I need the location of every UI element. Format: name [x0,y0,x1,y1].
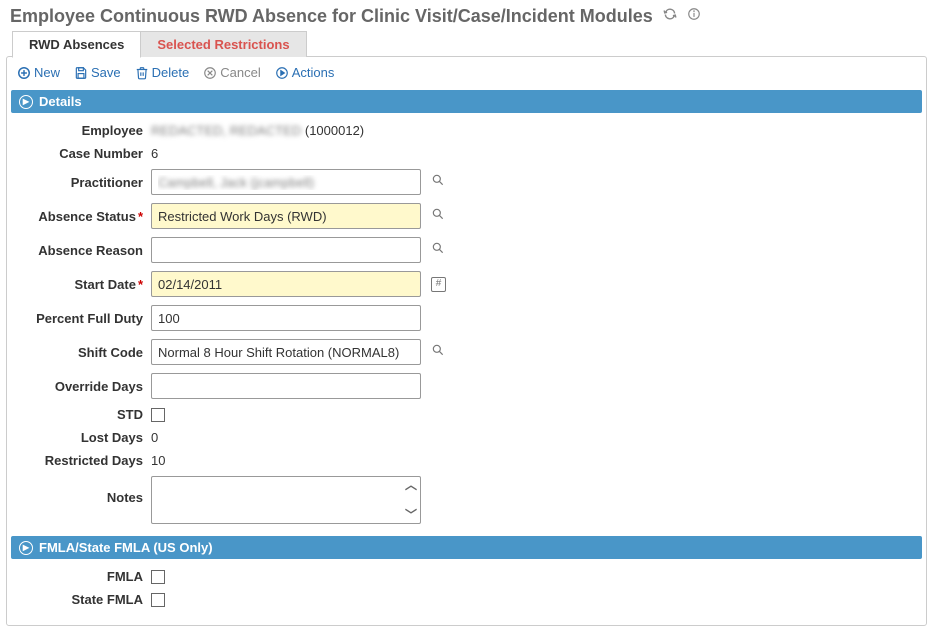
scroll-up-icon[interactable]: ︿ [405,479,417,491]
row-start-date: Start Date* # [17,271,916,297]
shift-code-input[interactable] [151,339,421,365]
row-notes: Notes ︿ ﹀ [17,476,916,524]
details-form: Employee REDACTED, REDACTED (1000012) Ca… [7,113,926,536]
label-fmla: FMLA [17,569,151,584]
cancel-icon [203,66,216,79]
play-icon [275,66,288,79]
search-icon[interactable] [431,173,445,191]
row-std: STD [17,407,916,422]
tab-panel: New Save Delete Cancel Actions [6,56,927,626]
collapse-icon: ▶ [19,541,33,555]
absence-reason-input[interactable] [151,237,421,263]
row-restricted-days: Restricted Days 10 [17,453,916,468]
label-practitioner: Practitioner [17,175,151,190]
toolbar-label: Actions [292,65,335,80]
row-override-days: Override Days [17,373,916,399]
row-employee: Employee REDACTED, REDACTED (1000012) [17,123,916,138]
label-start-date: Start Date* [17,277,151,292]
label-shift-code: Shift Code [17,345,151,360]
label-state-fmla: State FMLA [17,592,151,607]
calendar-icon[interactable]: # [431,277,446,292]
section-header-fmla[interactable]: ▶ FMLA/State FMLA (US Only) [11,536,922,559]
row-lost-days: Lost Days 0 [17,430,916,445]
label-restricted-days: Restricted Days [17,453,151,468]
collapse-icon: ▶ [19,95,33,109]
search-icon[interactable] [431,241,445,259]
tab-rwd-absences[interactable]: RWD Absences [12,31,141,58]
search-icon[interactable] [431,343,445,361]
row-case-number: Case Number 6 [17,146,916,161]
page-title: Employee Continuous RWD Absence for Clin… [10,6,653,27]
search-icon[interactable] [431,207,445,225]
label-absence-reason: Absence Reason [17,243,151,258]
percent-full-duty-input[interactable] [151,305,421,331]
practitioner-input[interactable] [151,169,421,195]
toolbar-label: Save [91,65,121,80]
row-shift-code: Shift Code [17,339,916,365]
label-percent-full-duty: Percent Full Duty [17,311,151,326]
value-restricted-days: 10 [151,453,165,468]
value-lost-days: 0 [151,430,158,445]
value-employee: REDACTED, REDACTED (1000012) [151,123,364,138]
tab-label: Selected Restrictions [157,37,289,52]
info-icon[interactable] [687,7,701,26]
notes-content [152,477,402,523]
employee-id: (1000012) [301,123,364,138]
fmla-checkbox[interactable] [151,570,165,584]
cancel-button[interactable]: Cancel [203,65,260,80]
section-title: FMLA/State FMLA (US Only) [39,540,213,555]
fmla-form: FMLA State FMLA [7,559,926,619]
label-override-days: Override Days [17,379,151,394]
row-percent-full-duty: Percent Full Duty [17,305,916,331]
save-icon [74,66,87,79]
absence-status-input[interactable] [151,203,421,229]
state-fmla-checkbox[interactable] [151,593,165,607]
start-date-input[interactable] [151,271,421,297]
value-case-number: 6 [151,146,158,161]
tab-label: RWD Absences [29,37,124,52]
toolbar: New Save Delete Cancel Actions [7,57,926,90]
tab-selected-restrictions[interactable]: Selected Restrictions [140,31,306,57]
toolbar-label: Cancel [220,65,260,80]
toolbar-label: New [34,65,60,80]
section-title: Details [39,94,82,109]
override-days-input[interactable] [151,373,421,399]
label-std: STD [17,407,151,422]
toolbar-label: Delete [152,65,190,80]
scroll-down-icon[interactable]: ﹀ [405,509,417,521]
label-notes: Notes [17,476,151,505]
notes-scroll: ︿ ﹀ [402,477,420,523]
row-state-fmla: State FMLA [17,592,916,607]
tab-bar: RWD Absences Selected Restrictions [12,31,933,57]
notes-textarea[interactable]: ︿ ﹀ [151,476,421,524]
employee-name: REDACTED, REDACTED [151,123,301,138]
trash-icon [135,66,148,79]
page-header: Employee Continuous RWD Absence for Clin… [0,0,933,31]
plus-icon [17,66,30,79]
save-button[interactable]: Save [74,65,121,80]
row-practitioner: Practitioner [17,169,916,195]
section-header-details[interactable]: ▶ Details [11,90,922,113]
row-absence-reason: Absence Reason [17,237,916,263]
delete-button[interactable]: Delete [135,65,190,80]
new-button[interactable]: New [17,65,60,80]
actions-button[interactable]: Actions [275,65,335,80]
refresh-icon[interactable] [663,7,677,26]
label-case-number: Case Number [17,146,151,161]
label-absence-status: Absence Status* [17,209,151,224]
std-checkbox[interactable] [151,408,165,422]
label-employee: Employee [17,123,151,138]
row-fmla: FMLA [17,569,916,584]
label-lost-days: Lost Days [17,430,151,445]
row-absence-status: Absence Status* [17,203,916,229]
